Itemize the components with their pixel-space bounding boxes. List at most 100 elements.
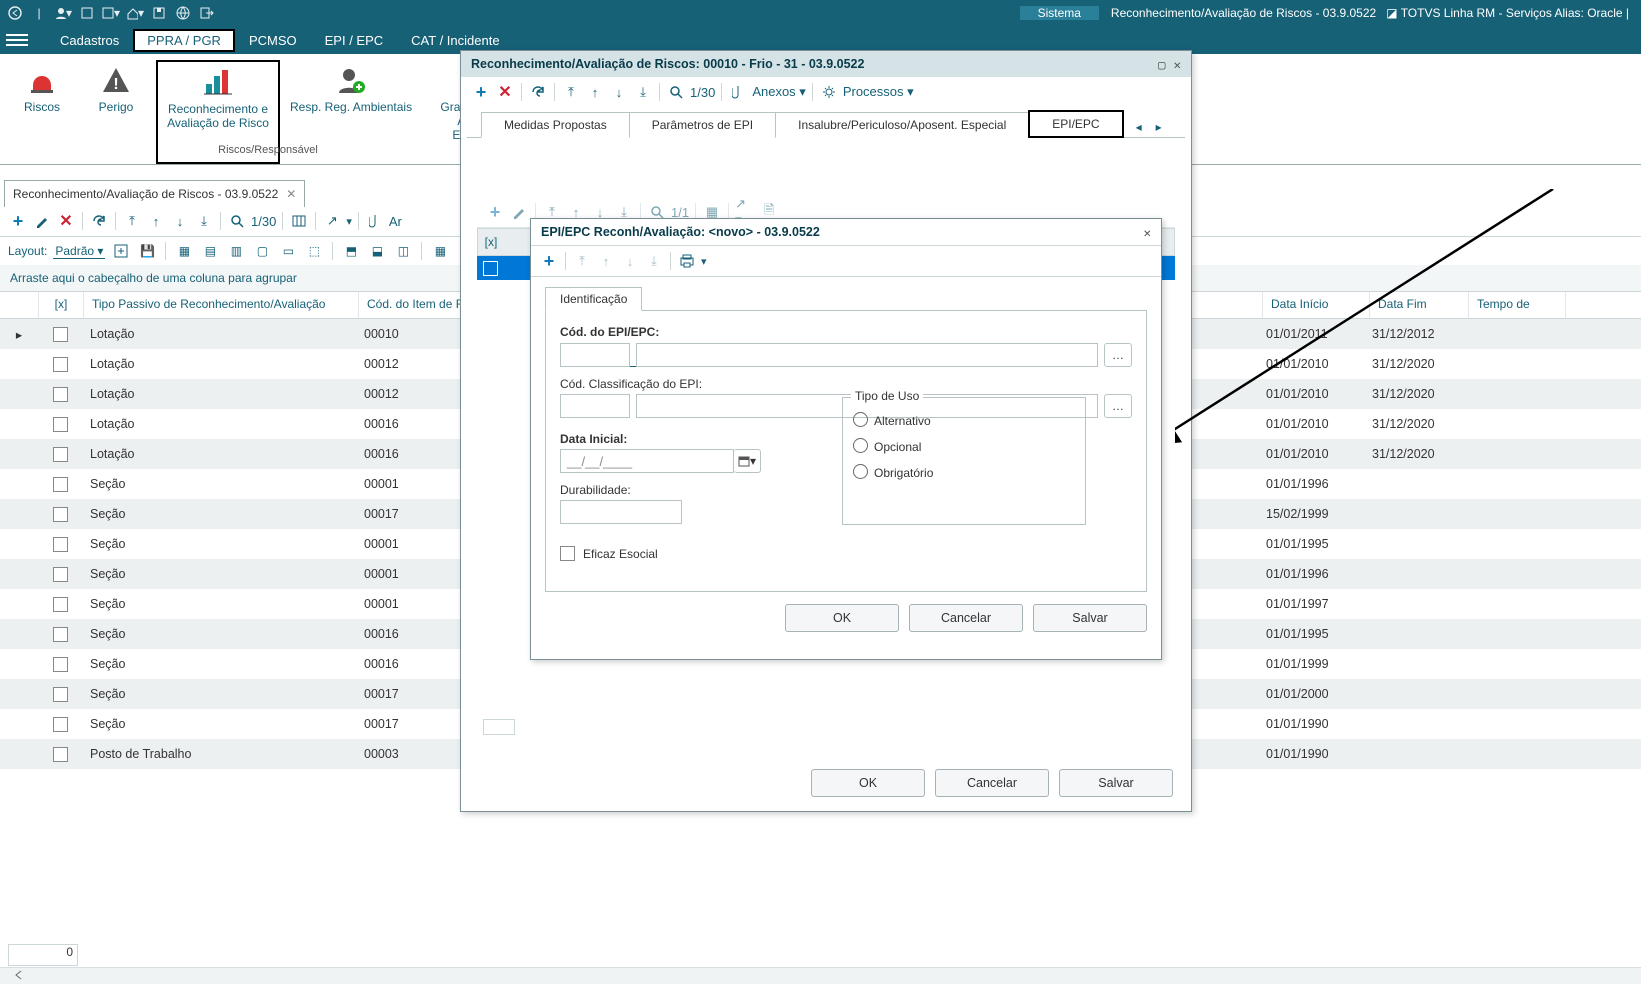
close-tab-icon[interactable]: ✕ bbox=[286, 187, 296, 201]
menu-cadastros[interactable]: Cadastros bbox=[46, 29, 133, 52]
row-checkbox[interactable] bbox=[53, 387, 68, 402]
tab-epi-epc[interactable]: EPI/EPC bbox=[1028, 110, 1123, 138]
d1-attach-icon[interactable] bbox=[728, 82, 748, 102]
layout-i2[interactable]: ▤ bbox=[200, 241, 220, 261]
exit-icon[interactable] bbox=[198, 4, 216, 22]
layout-add-icon[interactable] bbox=[111, 241, 131, 261]
d1-save-button[interactable]: Salvar bbox=[1059, 769, 1173, 797]
next-button[interactable]: ↓ bbox=[170, 211, 190, 231]
gear-icon[interactable] bbox=[819, 82, 839, 102]
layout-i5[interactable]: ▭ bbox=[278, 241, 298, 261]
d1-last-button[interactable]: ⤓ bbox=[633, 82, 653, 102]
d1-first-button[interactable]: ⤒ bbox=[561, 82, 581, 102]
search-button[interactable] bbox=[227, 211, 247, 231]
layout-i4[interactable]: ▢ bbox=[252, 241, 272, 261]
d2-print-button[interactable] bbox=[677, 251, 697, 271]
menu-epi-epc[interactable]: EPI / EPC bbox=[311, 29, 398, 52]
document-tab[interactable]: Reconhecimento/Avaliação de Riscos - 03.… bbox=[4, 180, 305, 207]
d1-next-button[interactable]: ↓ bbox=[609, 82, 629, 102]
h-scrollbar[interactable] bbox=[0, 967, 1641, 984]
layout-i1[interactable]: ▦ bbox=[174, 241, 194, 261]
layout-select[interactable]: Padrão ▾ bbox=[53, 244, 105, 259]
col-datafim[interactable]: Data Fim bbox=[1370, 292, 1469, 318]
prev-button[interactable]: ↑ bbox=[146, 211, 166, 231]
row-checkbox[interactable] bbox=[53, 567, 68, 582]
tab-medidas[interactable]: Medidas Propostas bbox=[481, 112, 630, 138]
col-tempo[interactable]: Tempo de bbox=[1469, 292, 1566, 318]
row-checkbox[interactable] bbox=[53, 687, 68, 702]
dialog1-max-icon[interactable]: ▢ bbox=[1158, 57, 1166, 72]
dialog1-close-icon[interactable]: ✕ bbox=[1173, 57, 1181, 72]
class-epi-code-input[interactable] bbox=[560, 394, 630, 418]
edit-button[interactable] bbox=[32, 211, 52, 231]
d2-first[interactable]: ⤒ bbox=[572, 251, 592, 271]
layout-i3[interactable]: ▥ bbox=[226, 241, 246, 261]
window2-icon[interactable]: ▾ bbox=[102, 4, 120, 22]
row-checkbox[interactable] bbox=[53, 477, 68, 492]
tabs-scroll-left[interactable]: ◂ bbox=[1129, 117, 1149, 137]
last-button[interactable]: ⤓ bbox=[194, 211, 214, 231]
first-button[interactable]: ⤒ bbox=[122, 211, 142, 231]
layout-i9[interactable]: ◫ bbox=[393, 241, 413, 261]
d2-last[interactable]: ⤓ bbox=[644, 251, 664, 271]
cod-epi-lookup[interactable]: … bbox=[1104, 343, 1132, 367]
cod-epi-code-input[interactable] bbox=[560, 343, 630, 367]
refresh-button[interactable] bbox=[89, 211, 109, 231]
save-icon[interactable] bbox=[150, 4, 168, 22]
class-epi-lookup[interactable]: … bbox=[1104, 394, 1132, 418]
row-checkbox[interactable] bbox=[53, 597, 68, 612]
layout-i6[interactable]: ⬚ bbox=[304, 241, 324, 261]
home-dropdown-icon[interactable]: ▾ bbox=[126, 4, 144, 22]
delete-button[interactable]: ✕ bbox=[56, 211, 76, 231]
d2-ok-button[interactable]: OK bbox=[785, 604, 899, 632]
hamburger-icon[interactable] bbox=[6, 34, 28, 46]
inner-row-checkbox[interactable] bbox=[483, 261, 498, 276]
d2-cancel-button[interactable]: Cancelar bbox=[909, 604, 1023, 632]
add-button[interactable]: + bbox=[8, 211, 28, 231]
d1-ok-button[interactable]: OK bbox=[811, 769, 925, 797]
back-icon[interactable] bbox=[6, 4, 24, 22]
menu-ppra-pgr[interactable]: PPRA / PGR bbox=[133, 29, 235, 52]
anexos-menu[interactable]: Ar bbox=[389, 214, 402, 229]
dialog2-titlebar[interactable]: EPI/EPC Reconh/Avaliação: <novo> - 03.9.… bbox=[531, 219, 1161, 246]
row-checkbox[interactable] bbox=[53, 747, 68, 762]
attach-button[interactable] bbox=[365, 211, 385, 231]
cod-epi-desc-input[interactable] bbox=[636, 343, 1098, 367]
col-tipo[interactable]: Tipo Passivo de Reconhecimento/Avaliação bbox=[84, 292, 359, 318]
tabs-scroll-right[interactable]: ▸ bbox=[1149, 117, 1169, 137]
window-icon[interactable] bbox=[78, 4, 96, 22]
d1-add-button[interactable]: + bbox=[471, 82, 491, 102]
d1-cancel-button[interactable]: Cancelar bbox=[935, 769, 1049, 797]
d2-prev[interactable]: ↑ bbox=[596, 251, 616, 271]
menu-pcmso[interactable]: PCMSO bbox=[235, 29, 311, 52]
globe-icon[interactable] bbox=[174, 4, 192, 22]
row-checkbox[interactable] bbox=[53, 417, 68, 432]
radio-opcional[interactable] bbox=[853, 438, 868, 453]
dialog2-close-icon[interactable]: ✕ bbox=[1143, 225, 1151, 240]
tab-parametros[interactable]: Parâmetros de EPI bbox=[629, 112, 776, 138]
layout-i8[interactable]: ⬓ bbox=[367, 241, 387, 261]
inner-add-button[interactable]: + bbox=[485, 202, 505, 222]
col-dataini[interactable]: Data Início bbox=[1263, 292, 1370, 318]
user-dropdown-icon[interactable]: ▾ bbox=[54, 4, 72, 22]
tab-insalubre[interactable]: Insalubre/Periculoso/Aposent. Especial bbox=[775, 112, 1029, 138]
row-checkbox[interactable] bbox=[53, 507, 68, 522]
d1-refresh-button[interactable] bbox=[528, 82, 548, 102]
menu-cat-incidente[interactable]: CAT / Incidente bbox=[397, 29, 513, 52]
durabilidade-input[interactable] bbox=[560, 500, 682, 524]
ribbon-riscos[interactable]: Riscos bbox=[8, 60, 76, 164]
row-checkbox[interactable] bbox=[53, 717, 68, 732]
layout-save-icon[interactable]: 💾 bbox=[137, 241, 157, 261]
data-inicial-input[interactable]: __/__/____ bbox=[560, 449, 734, 473]
row-checkbox[interactable] bbox=[53, 537, 68, 552]
columns-button[interactable] bbox=[289, 211, 309, 231]
d1-search-button[interactable] bbox=[666, 82, 686, 102]
d1-prev-button[interactable]: ↑ bbox=[585, 82, 605, 102]
radio-alternativo[interactable] bbox=[853, 412, 868, 427]
layout-i7[interactable]: ⬒ bbox=[341, 241, 361, 261]
d1-processos-menu[interactable]: Processos ▾ bbox=[843, 84, 914, 100]
row-checkbox[interactable] bbox=[53, 627, 68, 642]
row-checkbox[interactable] bbox=[53, 447, 68, 462]
systab-sistema[interactable]: Sistema bbox=[1020, 6, 1099, 20]
col-check[interactable]: [x] bbox=[39, 292, 84, 318]
